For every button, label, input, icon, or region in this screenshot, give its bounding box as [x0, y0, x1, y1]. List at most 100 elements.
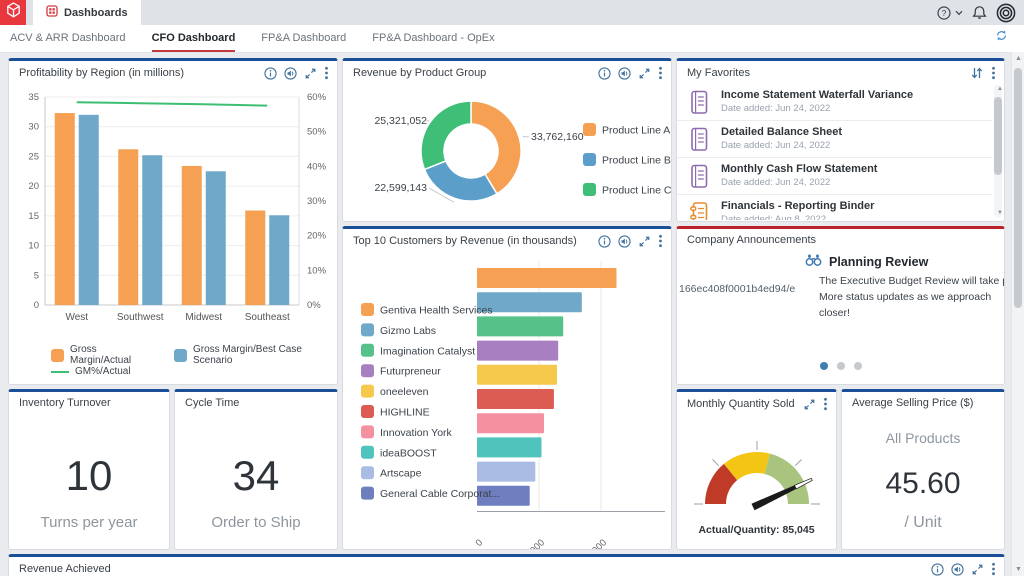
cube-logo-icon [6, 2, 21, 23]
panel-announcements: Company Announcements Planning Review Th… [676, 226, 1005, 385]
nav-tab-3[interactable]: FP&A Dashboard - OpEx [372, 25, 494, 52]
svg-text:25: 25 [28, 151, 39, 162]
app-logo[interactable] [0, 0, 26, 25]
panel-announcements-title: Company Announcements [687, 234, 816, 246]
favorites-item-2[interactable]: Monthly Cash Flow Statement Date added: … [677, 158, 992, 195]
audio-icon[interactable] [951, 563, 964, 576]
panel-profitability-title: Profitability by Region (in millions) [19, 67, 184, 79]
app-bar-actions: ? [937, 0, 1016, 25]
announcement-body: The Executive Budget Review will take pl… [819, 273, 1004, 321]
panel-top10-actions [598, 234, 663, 248]
binder-icon [689, 201, 709, 220]
favorites-scroll-up-icon[interactable]: ▲ [997, 86, 1003, 92]
expand-icon[interactable] [304, 67, 317, 80]
panel-revenue-achieved-title: Revenue Achieved [19, 563, 111, 575]
page-scroll-down-icon[interactable]: ▼ [1015, 566, 1022, 573]
nav-tab-2[interactable]: FP&A Dashboard [261, 25, 346, 52]
profitability-legend-row2: GM%/Actual [51, 366, 131, 377]
sort-icon[interactable] [970, 66, 984, 80]
tab-dashboards[interactable]: Dashboards [33, 0, 141, 25]
expand-icon[interactable] [638, 235, 651, 248]
ledger-icon [689, 164, 709, 194]
expand-icon[interactable] [638, 67, 651, 80]
carousel-dot-1[interactable] [837, 362, 845, 370]
svg-text:20: 20 [28, 181, 39, 192]
kebab-icon[interactable] [991, 66, 996, 80]
svg-text:33,762,160: 33,762,160 [531, 131, 584, 143]
panel-favorites-title: My Favorites [687, 67, 750, 79]
kebab-icon[interactable] [823, 397, 828, 411]
profitability-legend-row1: Gross Margin/Actual Gross Margin/Best Cas… [51, 344, 337, 366]
dashboard-nav: ACV & ARR Dashboard CFO Dashboard FP&A Das… [0, 25, 1024, 53]
svg-text:Product Line C: Product Line C [602, 185, 671, 197]
cycle-time-label: Order to Ship [175, 514, 337, 531]
binoculars-icon [805, 253, 822, 270]
svg-text:General Cable Corporat...: General Cable Corporat... [380, 488, 500, 500]
expand-icon[interactable] [803, 398, 816, 411]
svg-text:10%: 10% [307, 265, 327, 276]
page-scrollbar[interactable]: ▲ ▼ [1011, 52, 1024, 576]
cycle-time-value: 34 [175, 452, 337, 500]
favorite-date: Date added: Jun 24, 2022 [721, 103, 830, 114]
info-icon[interactable] [598, 235, 611, 248]
nav-tab-1[interactable]: CFO Dashboard [152, 25, 236, 52]
favorite-title: Income Statement Waterfall Variance [721, 89, 913, 101]
panel-top10: Top 10 Customers by Revenue (in thousand… [342, 226, 672, 550]
page-scrollbar-thumb[interactable] [1014, 68, 1022, 308]
svg-text:0: 0 [34, 300, 39, 311]
svg-text:Artscape: Artscape [380, 468, 422, 480]
announcement-heading-label: Planning Review [829, 255, 928, 269]
audio-icon[interactable] [618, 67, 631, 80]
favorite-title: Detailed Balance Sheet [721, 126, 842, 138]
favorites-scroll-down-icon[interactable]: ▼ [997, 210, 1003, 216]
panel-asp-title: Average Selling Price ($) [852, 397, 973, 409]
favorites-item-0[interactable]: Income Statement Waterfall Variance Date… [677, 84, 992, 121]
svg-text:Futurpreneur: Futurpreneur [380, 366, 441, 378]
favorites-list: Income Statement Waterfall Variance Date… [677, 84, 992, 220]
chevron-down-icon[interactable] [955, 10, 963, 16]
favorites-scrollbar[interactable] [994, 85, 1002, 217]
asp-value: 45.60 [842, 467, 1004, 501]
svg-text:10: 10 [28, 241, 39, 252]
bell-icon[interactable] [972, 5, 987, 20]
favorites-item-1[interactable]: Detailed Balance Sheet Date added: Jun 2… [677, 121, 992, 158]
top10-chart: 010,00020,000Gentiva Health ServicesGizm… [343, 251, 672, 550]
svg-text:Midwest: Midwest [185, 312, 222, 323]
expand-icon[interactable] [971, 563, 984, 576]
svg-text:?: ? [942, 8, 947, 18]
svg-text:15: 15 [28, 211, 39, 222]
panel-revenue-group-title: Revenue by Product Group [353, 67, 486, 79]
svg-text:25,321,052: 25,321,052 [374, 115, 427, 127]
panel-favorites-actions [970, 66, 996, 80]
nav-tab-0[interactable]: ACV & ARR Dashboard [10, 25, 126, 52]
svg-text:Product Line B: Product Line B [602, 155, 671, 167]
quantity-gauge-chart [682, 416, 832, 528]
audio-icon[interactable] [618, 235, 631, 248]
info-icon[interactable] [598, 67, 611, 80]
kebab-icon[interactable] [658, 234, 663, 248]
info-icon[interactable] [264, 67, 277, 80]
info-icon[interactable] [931, 563, 944, 576]
page-scroll-up-icon[interactable]: ▲ [1015, 55, 1022, 62]
svg-text:Gentiva Health Services: Gentiva Health Services [380, 305, 493, 317]
panel-quantity-title: Monthly Quantity Sold [687, 398, 795, 410]
kebab-icon[interactable] [324, 66, 329, 80]
carousel-dot-0[interactable] [820, 362, 828, 370]
account-icon[interactable] [996, 3, 1016, 23]
audio-icon[interactable] [284, 67, 297, 80]
legend-item-1[interactable]: Gross Margin/Best Case Scenario [174, 344, 337, 366]
help-icon[interactable]: ? [937, 6, 951, 20]
carousel-dot-2[interactable] [854, 362, 862, 370]
legend-item-line[interactable]: GM%/Actual [51, 366, 131, 377]
favorites-scrollbar-thumb[interactable] [994, 97, 1002, 175]
panel-revenue-achieved: Revenue Achieved [8, 554, 1005, 576]
favorites-item-3[interactable]: Financials - Reporting Binder Date added… [677, 195, 992, 220]
legend-item-0[interactable]: Gross Margin/Actual [51, 344, 156, 366]
svg-text:HIGHLINE: HIGHLINE [380, 407, 430, 419]
inventory-label: Turns per year [9, 514, 169, 531]
announcement-carousel-dots [677, 362, 1004, 370]
kebab-icon[interactable] [658, 66, 663, 80]
profitability-chart: 051015202530350%10%20%30%40%50%60%WestSo… [15, 87, 333, 339]
kebab-icon[interactable] [991, 562, 996, 576]
refresh-icon[interactable] [995, 29, 1008, 47]
